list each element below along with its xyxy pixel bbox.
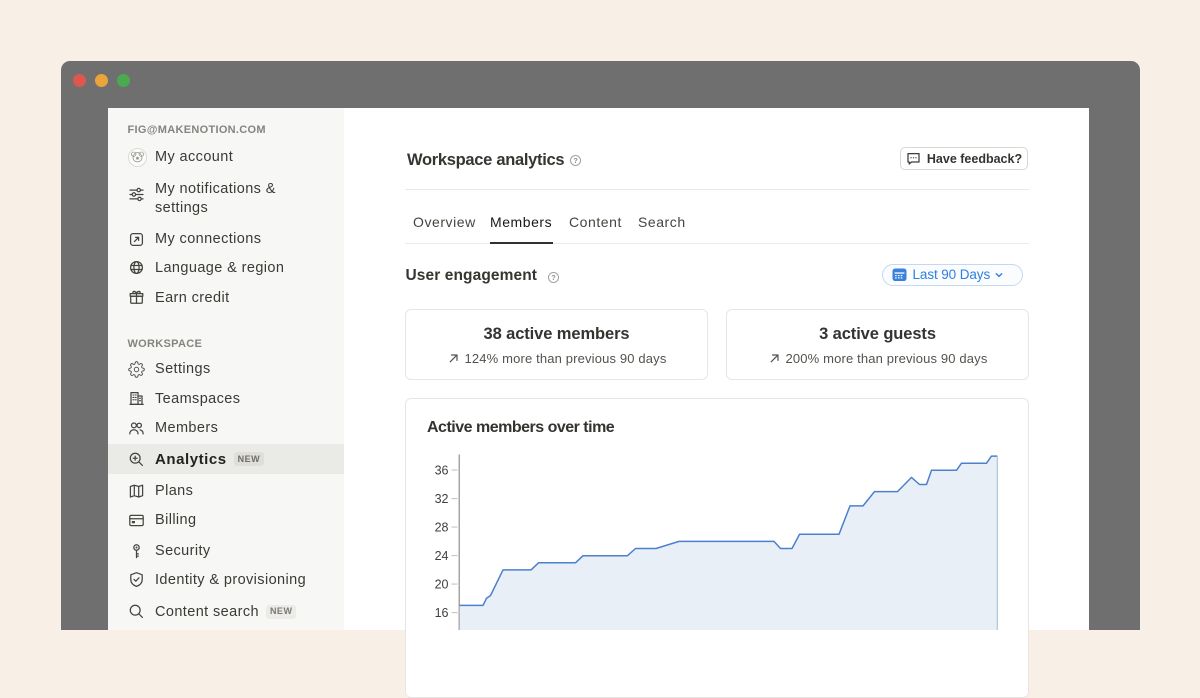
svg-text:20: 20 <box>435 578 449 592</box>
svg-text:32: 32 <box>435 492 449 506</box>
svg-text:24: 24 <box>435 549 449 563</box>
svg-text:16: 16 <box>435 606 449 620</box>
svg-text:28: 28 <box>435 521 449 535</box>
svg-text:36: 36 <box>435 464 449 478</box>
